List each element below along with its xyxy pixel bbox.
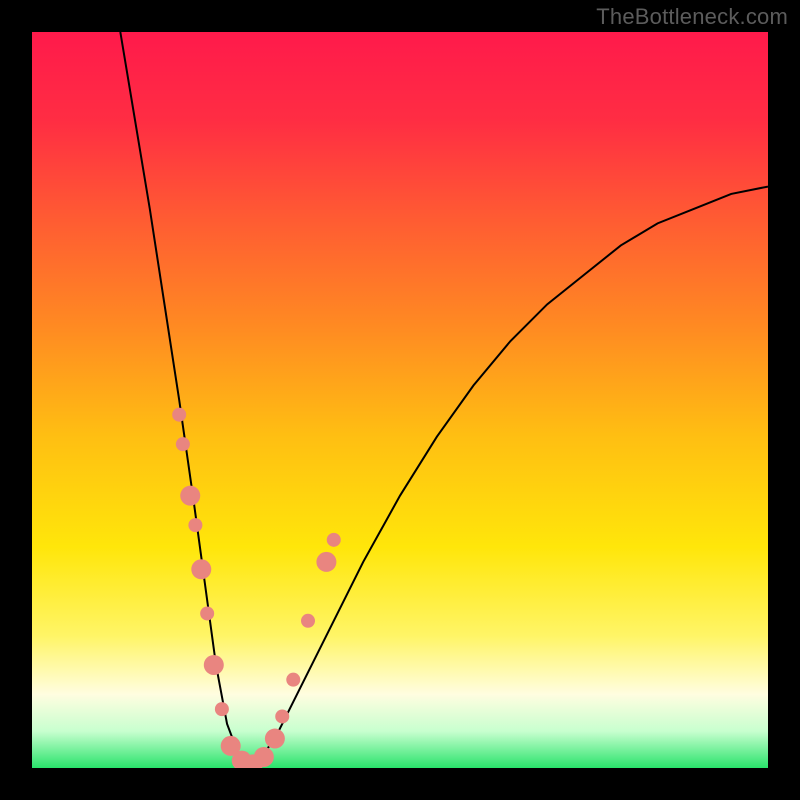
gradient-background xyxy=(32,32,768,768)
curve-dot xyxy=(172,408,186,422)
plot-area xyxy=(32,32,768,768)
curve-dot xyxy=(286,673,300,687)
curve-dot xyxy=(265,729,285,749)
curve-dot xyxy=(188,518,202,532)
chart-frame: TheBottleneck.com xyxy=(0,0,800,800)
curve-dot xyxy=(200,606,214,620)
watermark-text: TheBottleneck.com xyxy=(596,4,788,30)
curve-dot xyxy=(254,747,274,767)
curve-dot xyxy=(180,486,200,506)
curve-dot xyxy=(176,437,190,451)
curve-dot xyxy=(275,709,289,723)
curve-dot xyxy=(215,702,229,716)
curve-dot xyxy=(301,614,315,628)
curve-dot xyxy=(204,655,224,675)
curve-dot xyxy=(327,533,341,547)
curve-dot xyxy=(316,552,336,572)
curve-dot xyxy=(191,559,211,579)
plot-svg xyxy=(32,32,768,768)
